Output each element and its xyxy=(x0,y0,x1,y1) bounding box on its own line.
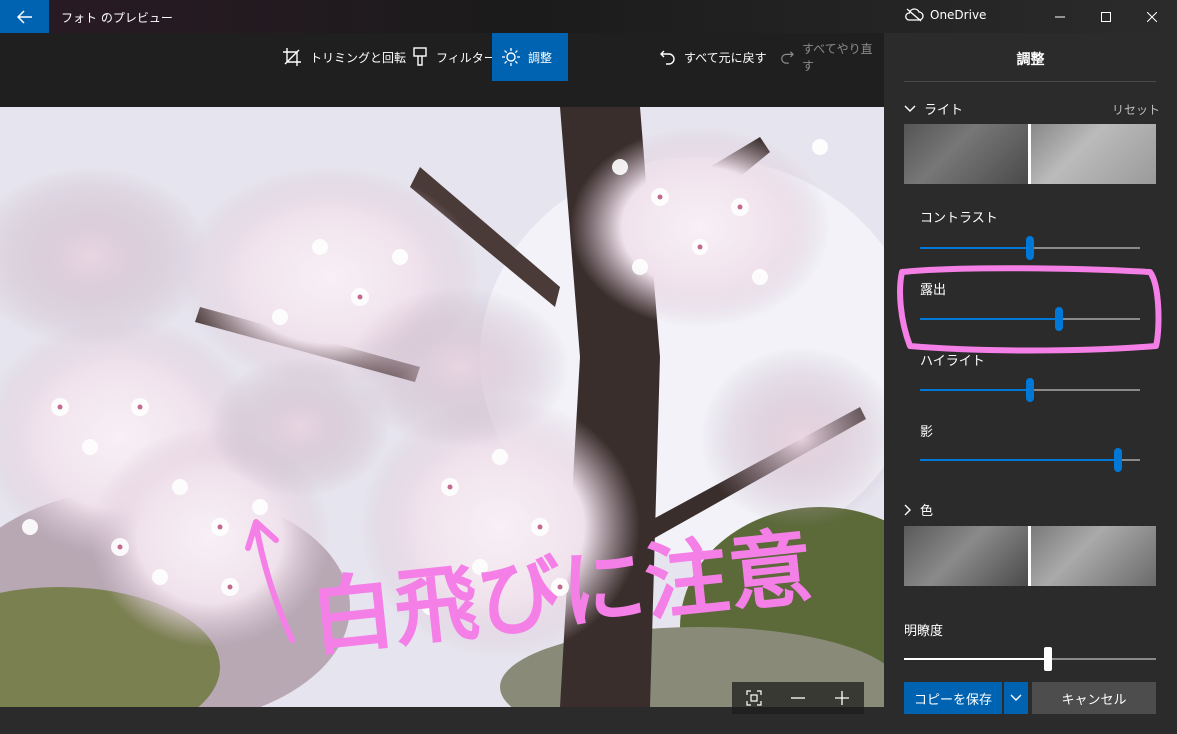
slider-thumb[interactable] xyxy=(1114,448,1122,472)
slider-thumb[interactable] xyxy=(1026,236,1034,260)
photo-stage xyxy=(0,81,884,734)
crop-icon xyxy=(283,48,301,66)
zoom-in-icon[interactable] xyxy=(834,690,850,706)
slider-thumb[interactable] xyxy=(1026,378,1034,402)
minimize-icon xyxy=(1055,16,1065,17)
chevron-down-icon xyxy=(1010,694,1022,701)
cherry-blossom-photo xyxy=(0,107,884,707)
clarity-slider[interactable] xyxy=(904,647,1156,671)
slider-thumb[interactable] xyxy=(1055,307,1063,331)
crop-rotate-label: トリミングと回転 xyxy=(310,50,407,65)
filter-brush-icon xyxy=(413,47,427,66)
highlight-slider[interactable] xyxy=(920,378,1140,402)
close-icon xyxy=(1147,11,1157,22)
light-section-toggle[interactable]: ライト xyxy=(904,99,963,118)
undo-icon xyxy=(660,50,675,65)
maximize-button[interactable] xyxy=(1083,0,1129,33)
light-preview-thumbnail[interactable] xyxy=(904,124,1156,184)
zoom-toolbar xyxy=(732,682,864,714)
exposure-label: 露出 xyxy=(920,283,947,298)
exposure-slider[interactable] xyxy=(920,307,1140,331)
fit-to-window-icon[interactable] xyxy=(746,690,762,706)
contrast-label: コントラスト xyxy=(920,211,998,226)
filter-button[interactable]: フィルター xyxy=(402,33,506,81)
save-options-dropdown[interactable] xyxy=(1004,682,1028,714)
minimize-button[interactable] xyxy=(1037,0,1083,33)
highlight-label: ハイライト xyxy=(920,354,985,369)
light-section-label: ライト xyxy=(924,103,964,118)
cancel-button[interactable]: キャンセル xyxy=(1032,682,1156,714)
save-copy-button[interactable]: コピーを保存 xyxy=(904,682,1002,714)
redo-all-label: すべてやり直す xyxy=(801,42,873,73)
back-arrow-icon xyxy=(16,9,32,24)
crop-rotate-button[interactable]: トリミングと回転 xyxy=(272,33,416,81)
adjust-panel: 調整 ライト リセット コントラスト 露出 ハイライト 影 色 明瞭度 コピーを… xyxy=(884,33,1177,734)
adjust-label: 調整 xyxy=(528,50,553,65)
panel-divider xyxy=(904,81,1156,82)
chevron-down-icon xyxy=(904,105,916,112)
color-section-label: 色 xyxy=(920,504,934,519)
reset-button[interactable]: リセット xyxy=(1112,101,1160,118)
close-button[interactable] xyxy=(1129,0,1175,33)
undo-all-button[interactable]: すべて元に戻す xyxy=(650,33,777,81)
slider-thumb[interactable] xyxy=(1044,647,1052,671)
tab-adjust[interactable]: 調整 xyxy=(492,33,568,81)
filter-label: フィルター xyxy=(436,50,496,65)
color-preview-thumbnail[interactable] xyxy=(904,526,1156,586)
brightness-icon xyxy=(502,48,520,66)
zoom-out-icon[interactable] xyxy=(790,690,806,706)
onedrive-status[interactable]: OneDrive xyxy=(904,8,986,22)
onedrive-label: OneDrive xyxy=(930,8,987,22)
cloud-off-icon xyxy=(905,8,924,22)
redo-all-button[interactable]: すべてやり直す xyxy=(770,33,884,81)
edit-toolbar: トリミングと回転 フィルター 調整 すべて元に戻す すべてやり直す xyxy=(0,33,884,81)
contrast-slider[interactable] xyxy=(920,236,1140,260)
shadow-label: 影 xyxy=(920,425,934,440)
panel-title: 調整 xyxy=(1016,52,1045,68)
undo-all-label: すべて元に戻す xyxy=(684,50,767,65)
title-bar: フォト のプレビュー OneDrive xyxy=(0,0,1177,33)
clarity-label: 明瞭度 xyxy=(904,624,944,639)
back-button[interactable] xyxy=(0,0,49,33)
app-title: フォト のプレビュー xyxy=(61,11,173,25)
color-section-toggle[interactable]: 色 xyxy=(904,500,933,519)
chevron-right-icon xyxy=(904,504,911,515)
maximize-icon xyxy=(1101,11,1111,22)
shadow-slider[interactable] xyxy=(920,448,1140,472)
redo-icon xyxy=(781,51,794,64)
